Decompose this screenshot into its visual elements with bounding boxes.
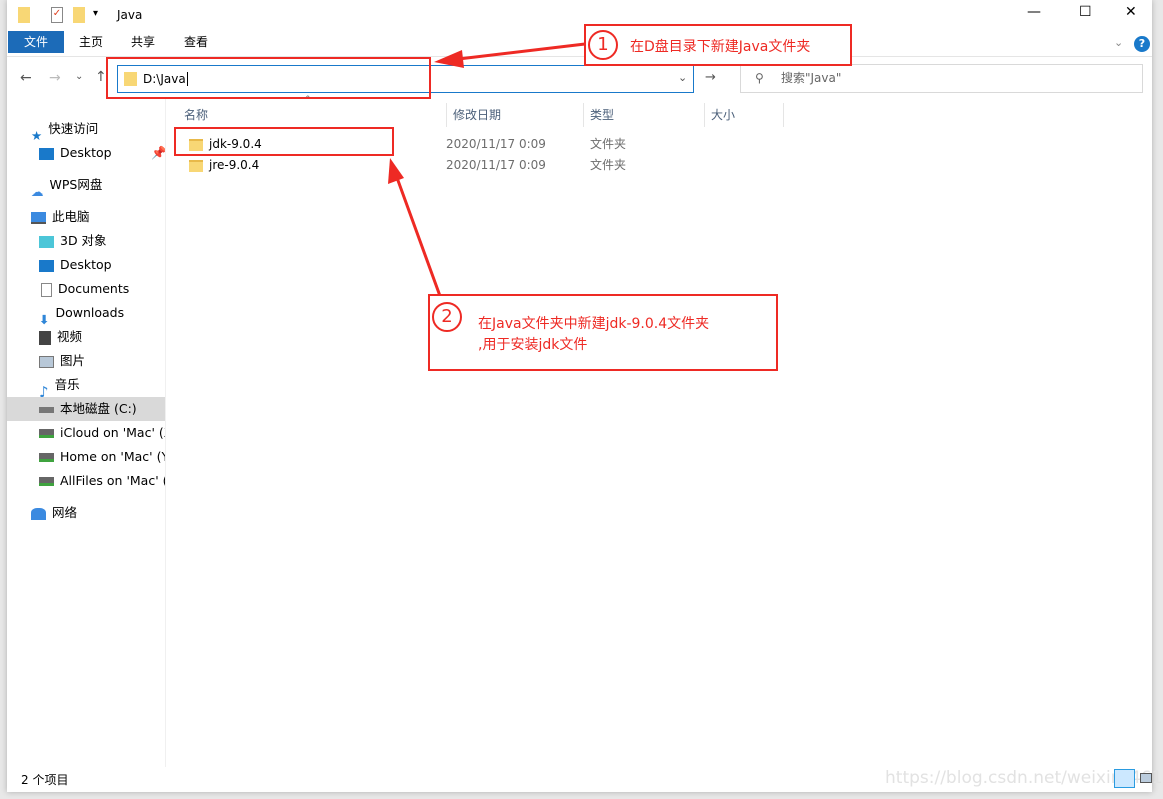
annotation-callout-2: 2 在Java文件夹中新建jdk-9.0.4文件夹 ,用于安装jdk文件 [428,294,778,371]
arrow-1-line [449,42,586,62]
annotation-text: 在D盘目录下新建Java文件夹 [630,39,811,55]
step-number: 2 [432,302,462,332]
arrow-1-head [434,50,464,68]
annotation-text-line2: ,用于安装jdk文件 [478,337,588,353]
annotation-arrows [388,42,586,297]
arrow-2-line [394,174,442,297]
annotation-text-line1: 在Java文件夹中新建jdk-9.0.4文件夹 [478,316,710,332]
annotation-callout-1: 1 在D盘目录下新建Java文件夹 [584,24,852,66]
arrow-2-head [388,158,404,184]
step-number: 1 [588,30,618,60]
